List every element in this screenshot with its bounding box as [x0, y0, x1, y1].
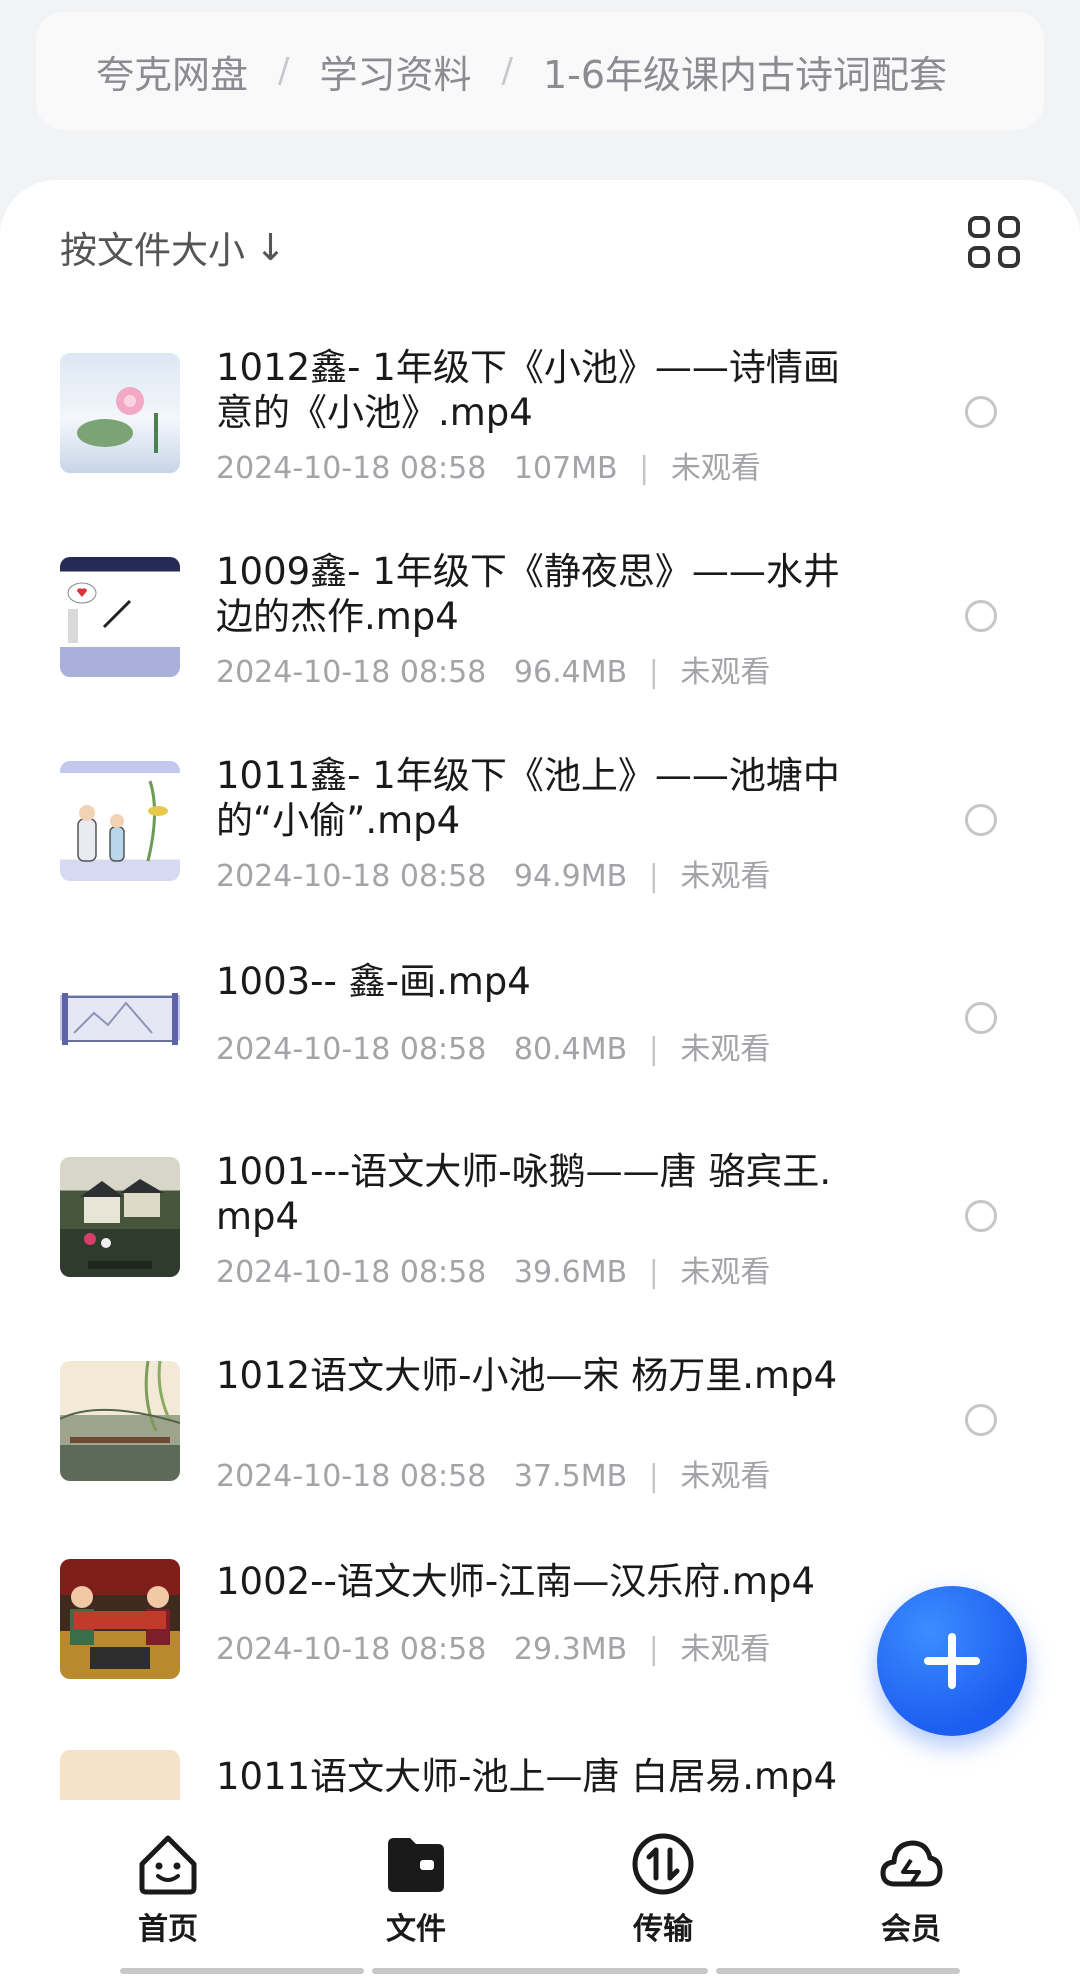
file-name: 1011鑫- 1年级下《池上》——池塘中的“小偷”.mp4 [216, 754, 840, 842]
file-date: 2024-10-18 08:58 [216, 1255, 487, 1290]
file-name: 1012语文大师-小池—宋 杨万里.mp4 [216, 1354, 838, 1397]
select-radio[interactable] [965, 1200, 997, 1232]
watch-status: 未观看 [680, 859, 771, 894]
tab-files[interactable]: 文件 [356, 1830, 476, 1948]
smiley-home-icon [139, 1835, 197, 1895]
bottom-tab-bar: 首页 文件 传输 会员 [0, 1800, 1080, 1978]
file-date: 2024-10-18 08:58 [216, 655, 487, 690]
file-size: 107MB [513, 451, 618, 486]
video-thumbnail [60, 959, 180, 1079]
folder-icon [388, 1838, 444, 1892]
file-meta: 2024-10-18 08:58 39.6MB | 未观看 [216, 1255, 771, 1290]
tab-vip[interactable]: 会员 [851, 1830, 971, 1948]
home-indicator [372, 1968, 708, 1974]
video-thumbnail [60, 1559, 180, 1679]
tab-label: 传输 [633, 1912, 693, 1947]
sort-arrow-icon: ↓ [255, 225, 287, 269]
file-meta: 2024-10-18 08:58 80.4MB | 未观看 [216, 1032, 771, 1067]
select-radio[interactable] [965, 1002, 997, 1034]
breadcrumb: 夸克网盘 / 学习资料 / 1-6年级课内古诗词配套 [36, 12, 1044, 130]
file-date: 2024-10-18 08:58 [216, 1632, 487, 1667]
select-radio[interactable] [965, 1404, 997, 1436]
file-size: 39.6MB [513, 1255, 628, 1290]
file-date: 2024-10-18 08:58 [216, 1459, 487, 1494]
file-date: 2024-10-18 08:58 [216, 451, 487, 486]
file-name: 1011语文大师-池上—唐 白居易.mp4 [216, 1755, 838, 1798]
video-thumbnail [60, 557, 180, 677]
video-thumbnail [60, 1361, 180, 1481]
transfer-icon [632, 1833, 694, 1895]
file-size: 96.4MB [513, 655, 628, 690]
file-date: 2024-10-18 08:58 [216, 1032, 487, 1067]
select-radio[interactable] [965, 804, 997, 836]
file-date: 2024-10-18 08:58 [216, 859, 487, 894]
video-thumbnail [60, 353, 180, 473]
tab-home[interactable]: 首页 [108, 1830, 228, 1948]
list-item[interactable]: 1011语文大师-池上—唐 白居易.mp4 [0, 1750, 1080, 1800]
breadcrumb-item-folder[interactable]: 学习资料 [319, 44, 471, 99]
breadcrumb-item-current[interactable]: 1-6年级课内古诗词配套 [543, 44, 947, 99]
video-thumbnail [60, 1750, 180, 1800]
file-list-panel: 按文件大小 ↓ 1012鑫- 1年级下《小池》——诗情画意的《小池》.mp4 2… [0, 180, 1080, 1800]
file-meta: 2024-10-18 08:58 37.5MB | 未观看 [216, 1459, 771, 1494]
grid-view-icon[interactable] [968, 216, 1020, 268]
file-meta: 2024-10-18 08:58 94.9MB | 未观看 [216, 859, 771, 894]
tab-label: 会员 [881, 1912, 941, 1947]
tab-transfer[interactable]: 传输 [603, 1830, 723, 1948]
video-thumbnail [60, 1157, 180, 1277]
file-meta: 2024-10-18 08:58 96.4MB | 未观看 [216, 655, 771, 690]
watch-status: 未观看 [680, 655, 771, 690]
home-indicator [120, 1968, 364, 1974]
file-name: 1009鑫- 1年级下《静夜思》——水井边的杰作.mp4 [216, 550, 840, 638]
sort-label: 按文件大小 [60, 229, 245, 272]
file-size: 37.5MB [513, 1459, 628, 1494]
select-radio[interactable] [965, 600, 997, 632]
breadcrumb-item-root[interactable]: 夸克网盘 [96, 44, 248, 99]
cloud-icon [880, 1840, 943, 1887]
file-name: 1002--语文大师-江南—汉乐府.mp4 [216, 1560, 816, 1603]
file-name: 1003-- 鑫-画.mp4 [216, 960, 531, 1003]
tab-label: 首页 [138, 1912, 198, 1947]
tab-label: 文件 [386, 1912, 446, 1947]
select-radio[interactable] [965, 396, 997, 428]
breadcrumb-separator: / [278, 51, 290, 91]
sort-button[interactable]: 按文件大小 ↓ [60, 220, 286, 274]
watch-status: 未观看 [670, 451, 761, 486]
watch-status: 未观看 [680, 1255, 771, 1290]
file-size: 29.3MB [513, 1632, 628, 1667]
watch-status: 未观看 [680, 1032, 771, 1067]
file-meta: 2024-10-18 08:58 29.3MB | 未观看 [216, 1632, 771, 1667]
watch-status: 未观看 [680, 1459, 771, 1494]
file-size: 80.4MB [513, 1032, 628, 1067]
video-thumbnail [60, 761, 180, 881]
home-indicator [716, 1968, 960, 1974]
file-name: 1012鑫- 1年级下《小池》——诗情画意的《小池》.mp4 [216, 346, 840, 434]
watch-status: 未观看 [680, 1632, 771, 1667]
add-button[interactable] [877, 1586, 1027, 1736]
file-size: 94.9MB [513, 859, 628, 894]
breadcrumb-separator: / [501, 51, 513, 91]
file-meta: 2024-10-18 08:58 107MB | 未观看 [216, 451, 761, 486]
file-name: 1001---语文大师-咏鹅——唐 骆宾王.mp4 [216, 1150, 832, 1238]
